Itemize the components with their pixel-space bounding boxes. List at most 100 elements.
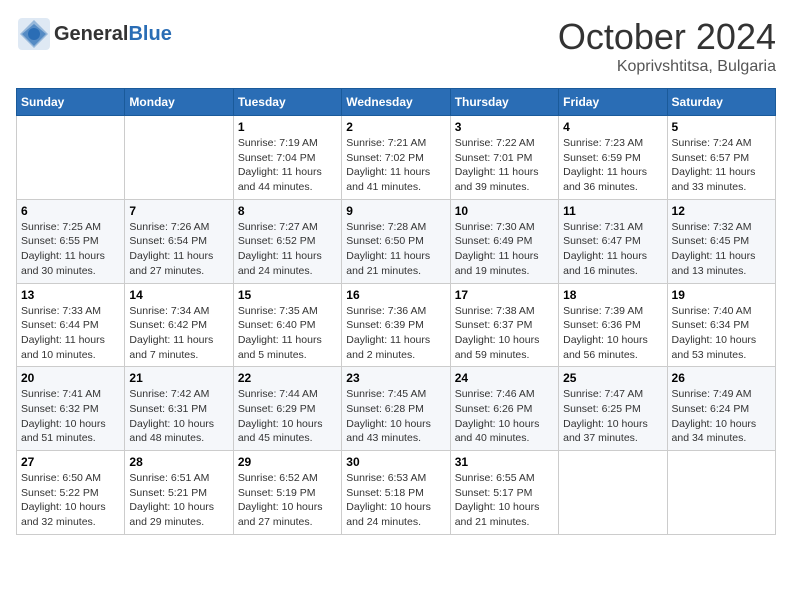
day-number: 24 [455,371,554,385]
day-number: 20 [21,371,120,385]
day-number: 21 [129,371,228,385]
logo-icon [16,16,52,52]
day-number: 17 [455,288,554,302]
weekday-header: Tuesday [233,89,341,116]
day-detail: Sunrise: 7:26 AM Sunset: 6:54 PM Dayligh… [129,220,228,279]
day-number: 18 [563,288,662,302]
weekday-header: Monday [125,89,233,116]
weekday-header: Sunday [17,89,125,116]
day-number: 2 [346,120,445,134]
day-number: 28 [129,455,228,469]
calendar-cell: 20 Sunrise: 7:41 AM Sunset: 6:32 PM Dayli… [17,367,125,451]
day-detail: Sunrise: 7:44 AM Sunset: 6:29 PM Dayligh… [238,387,337,446]
weekday-header: Thursday [450,89,558,116]
day-number: 25 [563,371,662,385]
calendar-cell: 22 Sunrise: 7:44 AM Sunset: 6:29 PM Dayli… [233,367,341,451]
weekday-header: Saturday [667,89,775,116]
calendar-week-row: 1 Sunrise: 7:19 AM Sunset: 7:04 PM Daylig… [17,116,776,200]
day-number: 6 [21,204,120,218]
day-number: 15 [238,288,337,302]
day-number: 23 [346,371,445,385]
weekday-header: Friday [559,89,667,116]
day-number: 3 [455,120,554,134]
day-number: 4 [563,120,662,134]
day-number: 22 [238,371,337,385]
calendar-week-row: 27 Sunrise: 6:50 AM Sunset: 5:22 PM Dayli… [17,451,776,535]
page-header: General Blue October 2024 Koprivshtitsa,… [16,16,776,76]
calendar-cell: 1 Sunrise: 7:19 AM Sunset: 7:04 PM Daylig… [233,116,341,200]
day-detail: Sunrise: 7:42 AM Sunset: 6:31 PM Dayligh… [129,387,228,446]
calendar-cell: 29 Sunrise: 6:52 AM Sunset: 5:19 PM Dayli… [233,451,341,535]
calendar-cell: 12 Sunrise: 7:32 AM Sunset: 6:45 PM Dayli… [667,199,775,283]
day-detail: Sunrise: 7:19 AM Sunset: 7:04 PM Dayligh… [238,136,337,195]
calendar-cell: 8Sunrise: 7:27 AM Sunset: 6:52 PM Daylig… [233,199,341,283]
day-number: 9 [346,204,445,218]
day-number: 29 [238,455,337,469]
day-detail: Sunrise: 7:35 AM Sunset: 6:40 PM Dayligh… [238,304,337,363]
day-detail: Sunrise: 7:46 AM Sunset: 6:26 PM Dayligh… [455,387,554,446]
calendar-cell: 28 Sunrise: 6:51 AM Sunset: 5:21 PM Dayli… [125,451,233,535]
calendar-cell: 24 Sunrise: 7:46 AM Sunset: 6:26 PM Dayli… [450,367,558,451]
month-title: October 2024 [558,16,776,58]
day-detail: Sunrise: 7:23 AM Sunset: 6:59 PM Dayligh… [563,136,662,195]
logo: General Blue [16,16,172,52]
day-detail: Sunrise: 7:47 AM Sunset: 6:25 PM Dayligh… [563,387,662,446]
day-detail: Sunrise: 7:45 AM Sunset: 6:28 PM Dayligh… [346,387,445,446]
calendar-cell: 10 Sunrise: 7:30 AM Sunset: 6:49 PM Dayli… [450,199,558,283]
day-number: 27 [21,455,120,469]
day-detail: Sunrise: 7:34 AM Sunset: 6:42 PM Dayligh… [129,304,228,363]
calendar-cell [17,116,125,200]
day-number: 31 [455,455,554,469]
day-number: 8 [238,204,337,218]
title-area: October 2024 Koprivshtitsa, Bulgaria [558,16,776,76]
calendar-cell: 21 Sunrise: 7:42 AM Sunset: 6:31 PM Dayli… [125,367,233,451]
calendar-cell [559,451,667,535]
calendar-cell: 7 Sunrise: 7:26 AM Sunset: 6:54 PM Daylig… [125,199,233,283]
calendar-cell: 5Sunrise: 7:24 AM Sunset: 6:57 PM Daylig… [667,116,775,200]
day-number: 30 [346,455,445,469]
calendar-cell: 2Sunrise: 7:21 AM Sunset: 7:02 PM Daylig… [342,116,450,200]
day-number: 19 [672,288,771,302]
calendar-cell: 23 Sunrise: 7:45 AM Sunset: 6:28 PM Dayli… [342,367,450,451]
calendar-cell: 3 Sunrise: 7:22 AM Sunset: 7:01 PM Daylig… [450,116,558,200]
day-number: 12 [672,204,771,218]
day-detail: Sunrise: 7:31 AM Sunset: 6:47 PM Dayligh… [563,220,662,279]
day-number: 1 [238,120,337,134]
calendar-cell: 31 Sunrise: 6:55 AM Sunset: 5:17 PM Dayli… [450,451,558,535]
calendar-cell [125,116,233,200]
day-detail: Sunrise: 7:32 AM Sunset: 6:45 PM Dayligh… [672,220,771,279]
day-detail: Sunrise: 7:40 AM Sunset: 6:34 PM Dayligh… [672,304,771,363]
day-detail: Sunrise: 6:53 AM Sunset: 5:18 PM Dayligh… [346,471,445,530]
day-detail: Sunrise: 7:36 AM Sunset: 6:39 PM Dayligh… [346,304,445,363]
calendar-week-row: 13Sunrise: 7:33 AM Sunset: 6:44 PM Dayli… [17,283,776,367]
day-detail: Sunrise: 7:22 AM Sunset: 7:01 PM Dayligh… [455,136,554,195]
day-detail: Sunrise: 7:25 AM Sunset: 6:55 PM Dayligh… [21,220,120,279]
calendar-cell: 11Sunrise: 7:31 AM Sunset: 6:47 PM Dayli… [559,199,667,283]
calendar-cell: 15 Sunrise: 7:35 AM Sunset: 6:40 PM Dayli… [233,283,341,367]
location-label: Koprivshtitsa, Bulgaria [558,58,776,76]
calendar-cell: 6 Sunrise: 7:25 AM Sunset: 6:55 PM Daylig… [17,199,125,283]
calendar-cell: 19 Sunrise: 7:40 AM Sunset: 6:34 PM Dayli… [667,283,775,367]
day-detail: Sunrise: 6:52 AM Sunset: 5:19 PM Dayligh… [238,471,337,530]
day-detail: Sunrise: 7:30 AM Sunset: 6:49 PM Dayligh… [455,220,554,279]
calendar-cell: 4 Sunrise: 7:23 AM Sunset: 6:59 PM Daylig… [559,116,667,200]
logo-blue: Blue [128,23,171,45]
day-number: 26 [672,371,771,385]
day-number: 10 [455,204,554,218]
day-detail: Sunrise: 7:39 AM Sunset: 6:36 PM Dayligh… [563,304,662,363]
calendar-cell: 30 Sunrise: 6:53 AM Sunset: 5:18 PM Dayli… [342,451,450,535]
calendar-cell: 25 Sunrise: 7:47 AM Sunset: 6:25 PM Dayli… [559,367,667,451]
day-detail: Sunrise: 7:41 AM Sunset: 6:32 PM Dayligh… [21,387,120,446]
day-number: 13 [21,288,120,302]
day-detail: Sunrise: 7:28 AM Sunset: 6:50 PM Dayligh… [346,220,445,279]
weekday-header: Wednesday [342,89,450,116]
day-detail: Sunrise: 6:55 AM Sunset: 5:17 PM Dayligh… [455,471,554,530]
day-detail: Sunrise: 6:51 AM Sunset: 5:21 PM Dayligh… [129,471,228,530]
day-detail: Sunrise: 7:49 AM Sunset: 6:24 PM Dayligh… [672,387,771,446]
day-detail: Sunrise: 6:50 AM Sunset: 5:22 PM Dayligh… [21,471,120,530]
day-number: 16 [346,288,445,302]
weekday-header-row: SundayMondayTuesdayWednesdayThursdayFrid… [17,89,776,116]
day-number: 7 [129,204,228,218]
day-detail: Sunrise: 7:24 AM Sunset: 6:57 PM Dayligh… [672,136,771,195]
calendar-cell: 13Sunrise: 7:33 AM Sunset: 6:44 PM Dayli… [17,283,125,367]
